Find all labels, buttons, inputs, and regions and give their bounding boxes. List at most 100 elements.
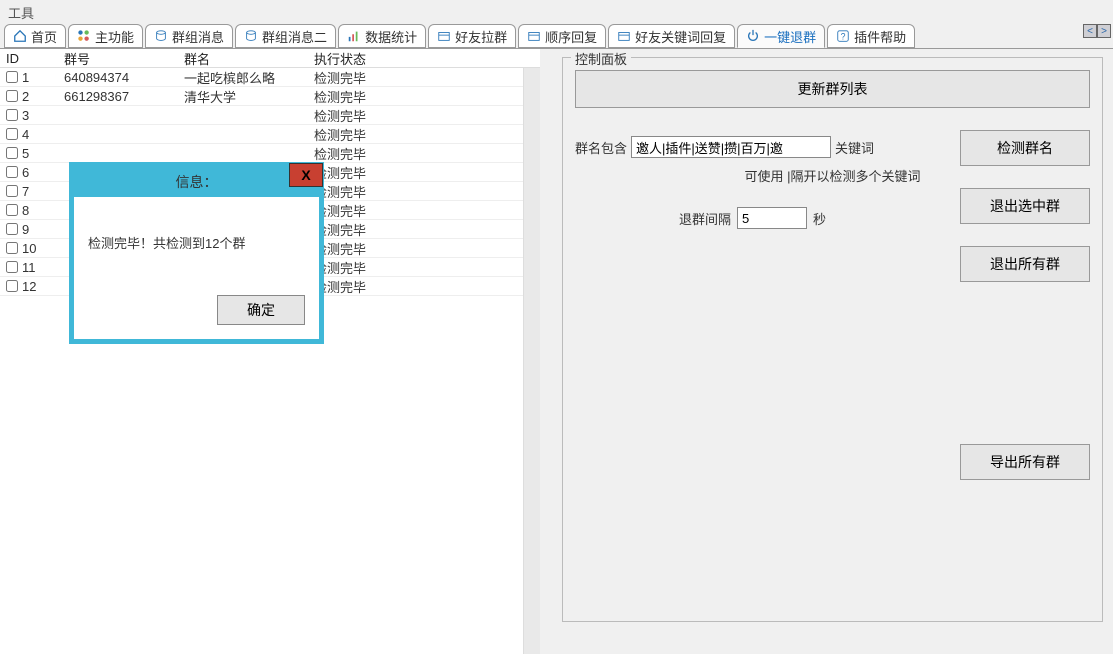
tab-label: 主功能 (95, 27, 134, 46)
workarea: ID 群号 群名 执行状态 1640894374一起吃槟郎么略检测完毕 2 6612… (0, 48, 1113, 654)
tab-group-msg[interactable]: 群组消息 (145, 24, 233, 48)
interval-label: 退群间隔 (679, 209, 731, 228)
info-dialog: 信息： X 检测完毕！共检测到12个群 确定 (69, 162, 324, 344)
scrollbar-vertical[interactable] (523, 68, 540, 654)
header-num[interactable]: 群号 (60, 49, 180, 68)
row-checkbox[interactable] (6, 128, 18, 140)
row-checkbox[interactable] (6, 71, 18, 83)
tab-label: 插件帮助 (854, 27, 906, 46)
tab-label: 首页 (31, 27, 57, 46)
table-row[interactable]: 4检测完毕 (0, 125, 523, 144)
tab-label: 好友拉群 (455, 27, 507, 46)
tab-home[interactable]: 首页 (4, 24, 66, 48)
row-checkbox[interactable] (6, 204, 18, 216)
dialog-message: 检测完毕！共检测到12个群 (88, 236, 245, 251)
tab-nav: < > (1083, 24, 1111, 38)
tab-label: 好友关键词回复 (635, 27, 726, 46)
tab-nav-left[interactable]: < (1083, 24, 1097, 38)
cell-status: 检测完毕 (310, 239, 410, 258)
tool-icon (746, 29, 760, 43)
table-row[interactable]: 1640894374一起吃槟郎么略检测完毕 (0, 68, 523, 87)
box-icon (527, 29, 541, 43)
grid-icon (77, 29, 91, 43)
row-checkbox[interactable] (6, 90, 18, 102)
tab-quit-group[interactable]: 一键退群 (737, 24, 825, 48)
tab-stats[interactable]: 数据统计 (338, 24, 426, 48)
control-panel-title: 控制面板 (571, 49, 631, 68)
dialog-close-button[interactable]: X (289, 163, 323, 187)
dialog-titlebar[interactable]: 信息： X (74, 167, 319, 197)
control-panel: 控制面板 更新群列表 群名包含 关键词 可使用 |隔开以检测多个关键词 退群间隔… (562, 57, 1103, 622)
row-checkbox[interactable] (6, 261, 18, 273)
control-panel-area: 控制面板 更新群列表 群名包含 关键词 可使用 |隔开以检测多个关键词 退群间隔… (546, 49, 1113, 654)
tab-friend-pull[interactable]: 好友拉群 (428, 24, 516, 48)
table-body: 1640894374一起吃槟郎么略检测完毕2661298367清华大学检测完毕3… (0, 68, 523, 654)
cell-id: 12 (22, 279, 36, 294)
quit-all-button[interactable]: 退出所有群 (960, 246, 1090, 282)
export-all-button[interactable]: 导出所有群 (960, 444, 1090, 480)
cell-status: 检测完毕 (310, 201, 410, 220)
tab-kw-reply[interactable]: 好友关键词回复 (608, 24, 735, 48)
cell-num: 640894374 (60, 70, 180, 85)
cell-id: 4 (22, 127, 29, 142)
tab-label: 群组消息二 (262, 27, 327, 46)
header-name[interactable]: 群名 (180, 49, 310, 68)
table-header: ID 群号 群名 执行状态 (0, 49, 540, 68)
menubar: 工具 (0, 0, 1113, 22)
chart-icon (347, 29, 361, 43)
cell-status: 检测完毕 (310, 106, 410, 125)
row-checkbox[interactable] (6, 185, 18, 197)
quit-selected-button[interactable]: 退出选中群 (960, 188, 1090, 224)
cell-status: 检测完毕 (310, 220, 410, 239)
cell-id: 3 (22, 108, 29, 123)
db-icon (154, 29, 168, 43)
cell-status: 检测完毕 (310, 87, 410, 106)
dialog-ok-button[interactable]: 确定 (217, 295, 305, 325)
menu-tools[interactable]: 工具 (8, 6, 34, 21)
cell-id: 10 (22, 241, 36, 256)
header-id[interactable]: ID (0, 51, 60, 66)
detect-name-button[interactable]: 检测群名 (960, 130, 1090, 166)
cell-id: 2 (22, 89, 29, 104)
tab-main[interactable]: 主功能 (68, 24, 143, 48)
row-checkbox[interactable] (6, 147, 18, 159)
cell-id: 9 (22, 222, 29, 237)
cell-status: 检测完毕 (310, 144, 410, 163)
cell-id: 11 (22, 260, 36, 275)
cell-status: 检测完毕 (310, 258, 410, 277)
row-checkbox[interactable] (6, 109, 18, 121)
tab-label: 群组消息 (172, 27, 224, 46)
interval-input[interactable] (737, 207, 807, 229)
svg-text:?: ? (841, 32, 846, 42)
update-group-list-button[interactable]: 更新群列表 (575, 70, 1090, 108)
group-table-panel: ID 群号 群名 执行状态 1640894374一起吃槟郎么略检测完毕 2 6612… (0, 49, 540, 654)
tab-nav-right[interactable]: > (1097, 24, 1111, 38)
row-checkbox[interactable] (6, 280, 18, 292)
dialog-footer: 确定 (74, 287, 319, 339)
dialog-body: 检测完毕！共检测到12个群 (74, 197, 319, 287)
cell-id: 7 (22, 184, 29, 199)
cell-name: 一起吃槟郎么略 (180, 68, 310, 87)
cell-num: 661298367 (60, 89, 180, 104)
tab-plugin-help[interactable]: ? 插件帮助 (827, 24, 915, 48)
table-row[interactable]: 2 661298367清华大学检测完毕 (0, 87, 523, 106)
tab-label: 顺序回复 (545, 27, 597, 46)
db-icon (244, 29, 258, 43)
tab-group-msg-2[interactable]: 群组消息二 (235, 24, 336, 48)
box-icon (617, 29, 631, 43)
cell-status: 检测完毕 (310, 182, 410, 201)
row-checkbox[interactable] (6, 242, 18, 254)
cell-status: 检测完毕 (310, 68, 410, 87)
tab-label: 数据统计 (365, 27, 417, 46)
table-row[interactable]: 5检测完毕 (0, 144, 523, 163)
header-status[interactable]: 执行状态 (310, 49, 410, 68)
row-checkbox[interactable] (6, 166, 18, 178)
row-checkbox[interactable] (6, 223, 18, 235)
cell-name: 清华大学 (180, 87, 310, 106)
side-button-column: 检测群名 退出选中群 退出所有群 导出所有群 (960, 130, 1090, 502)
table-row[interactable]: 3 检测完毕 (0, 106, 523, 125)
keyword-suffix: 关键词 (835, 138, 874, 157)
interval-unit: 秒 (813, 209, 826, 228)
tab-seq-reply[interactable]: 顺序回复 (518, 24, 606, 48)
keyword-input[interactable] (631, 136, 831, 158)
